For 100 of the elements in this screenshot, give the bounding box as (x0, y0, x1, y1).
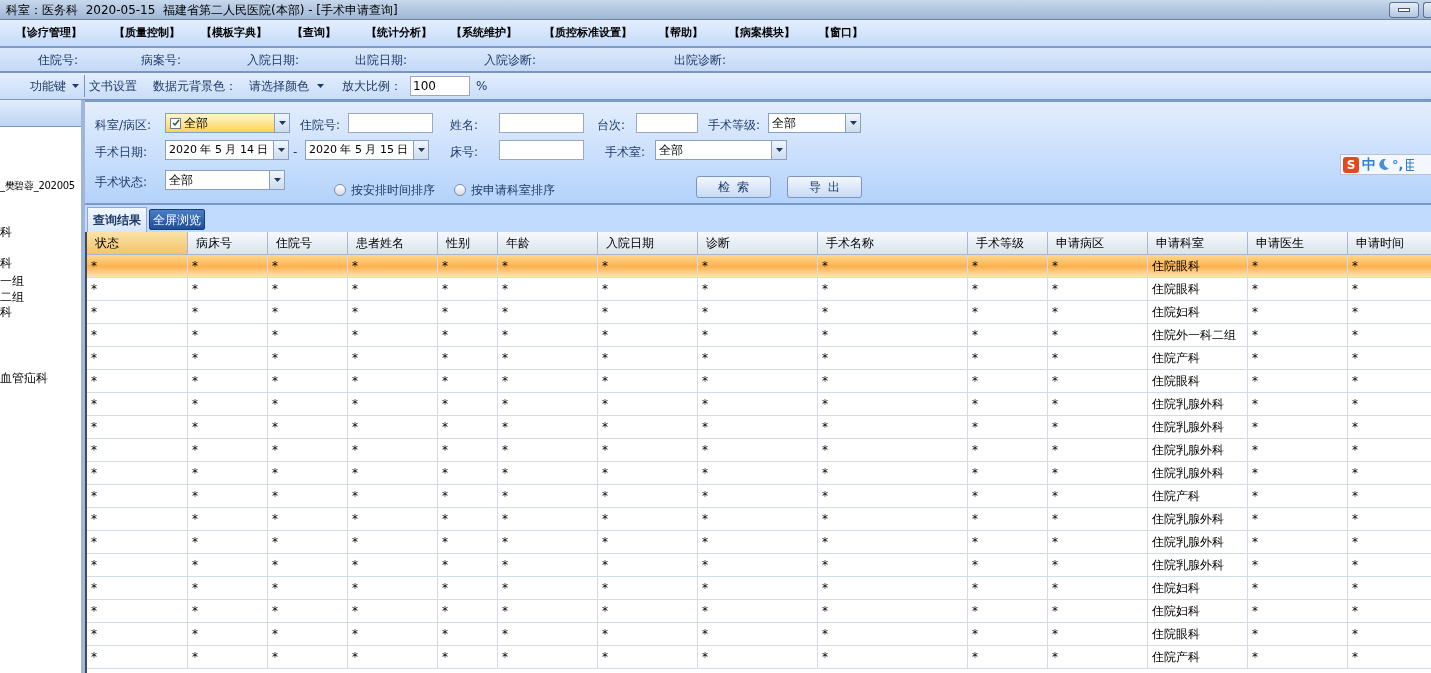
field-label: 台次: (597, 117, 626, 134)
table-row[interactable]: * * * * * * * * * * * 住院产科 * * (87, 347, 1431, 370)
table-row[interactable]: * * * * * * * * * * * 住院乳腺外科 * * (87, 462, 1431, 485)
table-row[interactable]: * * * * * * * * * * * 住院妇科 * * (87, 577, 1431, 600)
column-header[interactable]: 患者姓名 (348, 232, 438, 255)
input-field[interactable] (499, 113, 584, 133)
tree-item[interactable]: _樊碧蓉_202005 (0, 179, 75, 193)
zoom-input[interactable]: 100 (410, 76, 470, 96)
table-row[interactable]: * * * * * * * * * * * 住院乳腺外科 * * (87, 393, 1431, 416)
doc-settings-button[interactable]: 文书设置 (89, 77, 137, 95)
table-cell: * (498, 646, 598, 669)
column-header[interactable]: 病床号 (188, 232, 268, 255)
checkbox[interactable] (170, 117, 181, 129)
menu-item[interactable]: 【系统维护】 (451, 24, 544, 42)
dept-dropdown[interactable]: 全部 (165, 113, 290, 133)
tree-item[interactable]: 二组 (0, 290, 24, 304)
field-label: 床号: (450, 144, 479, 161)
table-row[interactable]: * * * * * * * * * * * 住院乳腺外科 * * (87, 508, 1431, 531)
column-header[interactable]: 诊断 (698, 232, 818, 255)
table-cell: * (698, 646, 818, 669)
table-cell: 住院产科 (1148, 646, 1248, 669)
table-row[interactable]: * * * * * * * * * * * 住院眼科 * * (87, 278, 1431, 301)
grade-dropdown[interactable]: 全部 (768, 113, 861, 133)
table-row[interactable]: * * * * * * * * * * * 住院乳腺外科 * * (87, 554, 1431, 577)
field-label: 出院日期: (355, 51, 409, 69)
radio-option[interactable]: 按申请科室排序 (454, 181, 555, 199)
menu-item[interactable]: 【窗口】 (819, 24, 909, 42)
caret-icon (775, 148, 783, 152)
room-dropdown[interactable]: 全部 (655, 140, 787, 160)
status-dropdown[interactable]: 全部 (165, 170, 285, 190)
column-header[interactable]: 申请时间 (1348, 232, 1431, 255)
menu-item[interactable]: 【帮助】 (659, 24, 729, 42)
column-header[interactable]: 申请医生 (1248, 232, 1348, 255)
table-cell: * (968, 646, 1048, 669)
ime-punctuation[interactable]: °, (1392, 155, 1404, 174)
tree-item[interactable]: 科 (0, 225, 12, 239)
menu-item[interactable]: 【统计分析】 (366, 24, 451, 42)
table-row[interactable]: * * * * * * * * * * * 住院乳腺外科 * * (87, 531, 1431, 554)
tree-item[interactable]: 科 (0, 256, 12, 270)
menu-item[interactable]: 【质量控制】 (114, 24, 201, 42)
column-header[interactable]: 手术等级 (968, 232, 1048, 255)
table-row[interactable]: * * * * * * * * * * * 住院眼科 * * (87, 623, 1431, 646)
radio-button[interactable] (454, 184, 466, 196)
maximize-button[interactable] (1423, 1, 1431, 18)
column-header[interactable]: 年龄 (498, 232, 598, 255)
column-header[interactable]: 性别 (438, 232, 498, 255)
action-button[interactable]: 检 索 (696, 176, 771, 198)
input-field[interactable] (636, 113, 698, 133)
table-row[interactable]: * * * * * * * * * * * 住院眼科 * * (87, 255, 1431, 278)
table-row[interactable]: * * * * * * * * * * * 住院眼科 * * (87, 370, 1431, 393)
field-label: 出院诊断: (674, 51, 728, 69)
column-header[interactable]: 状态 (87, 232, 188, 255)
input-field[interactable] (499, 140, 584, 160)
table-cell: * (438, 646, 498, 669)
field-label: 病案号: (141, 51, 183, 69)
radio-button[interactable] (334, 184, 346, 196)
tab[interactable]: 全屏浏览 (149, 209, 205, 230)
ime-mode[interactable]: 中 (1362, 155, 1376, 174)
menu-item[interactable]: 【病案模块】 (729, 24, 819, 42)
moon-icon[interactable] (1379, 159, 1389, 170)
grid-icon[interactable] (1406, 158, 1415, 171)
date-picker[interactable]: 2020 年 5 月 14 日 (165, 140, 289, 160)
radio-option[interactable]: 按安排时间排序 (334, 181, 435, 199)
ime-logo: S (1343, 156, 1359, 173)
tree-item[interactable]: 一组 (0, 274, 24, 288)
table-row[interactable]: * * * * * * * * * * * 住院乳腺外科 * * (87, 439, 1431, 462)
caret-icon (273, 178, 281, 182)
tree-item[interactable]: 血管疝科 (0, 371, 48, 385)
table-cell: * (188, 646, 268, 669)
menu-item[interactable]: 【模板字典】 (201, 24, 292, 42)
column-header[interactable]: 住院号 (268, 232, 348, 255)
table-cell: * (598, 646, 698, 669)
column-header[interactable]: 申请病区 (1048, 232, 1148, 255)
caret-icon (417, 148, 425, 152)
column-header[interactable]: 申请科室 (1148, 232, 1248, 255)
date-picker[interactable]: 2020 年 5 月 15 日 (305, 140, 429, 160)
table-cell: * (1048, 646, 1148, 669)
table-row[interactable]: * * * * * * * * * * * 住院外一科二组 * * (87, 324, 1431, 347)
date-separator: - (293, 144, 298, 161)
action-button[interactable]: 导 出 (787, 176, 862, 198)
color-dropdown[interactable]: 请选择颜色 (249, 77, 324, 95)
field-label: 住院号: (38, 51, 80, 69)
input-field[interactable] (348, 113, 433, 133)
table-row[interactable]: * * * * * * * * * * * 住院产科 * * (87, 485, 1431, 508)
field-label: 手术状态: (95, 174, 148, 191)
column-header[interactable]: 手术名称 (818, 232, 968, 255)
field-label: 住院号: (300, 117, 341, 134)
tab[interactable]: 查询结果 (87, 207, 147, 232)
function-key-button[interactable]: 功能键 (0, 75, 85, 97)
table-row[interactable]: * * * * * * * * * * * 住院妇科 * * (87, 301, 1431, 324)
menu-item[interactable]: 【查询】 (292, 24, 366, 42)
tree-item[interactable]: 科 (0, 305, 12, 319)
table-row[interactable]: * * * * * * * * * * * 住院乳腺外科 * * (87, 416, 1431, 439)
menu-item[interactable]: 【诊疗管理】 (16, 24, 114, 42)
minimize-button[interactable] (1389, 1, 1419, 18)
table-row[interactable]: * * * * * * * * * * * 住院妇科 * * (87, 600, 1431, 623)
column-header[interactable]: 入院日期 (598, 232, 698, 255)
table-cell: * (1248, 646, 1348, 669)
menu-item[interactable]: 【质控标准设置】 (544, 24, 659, 42)
table-row[interactable]: * * * * * * * * * * * 住院产科 * * (87, 646, 1431, 669)
